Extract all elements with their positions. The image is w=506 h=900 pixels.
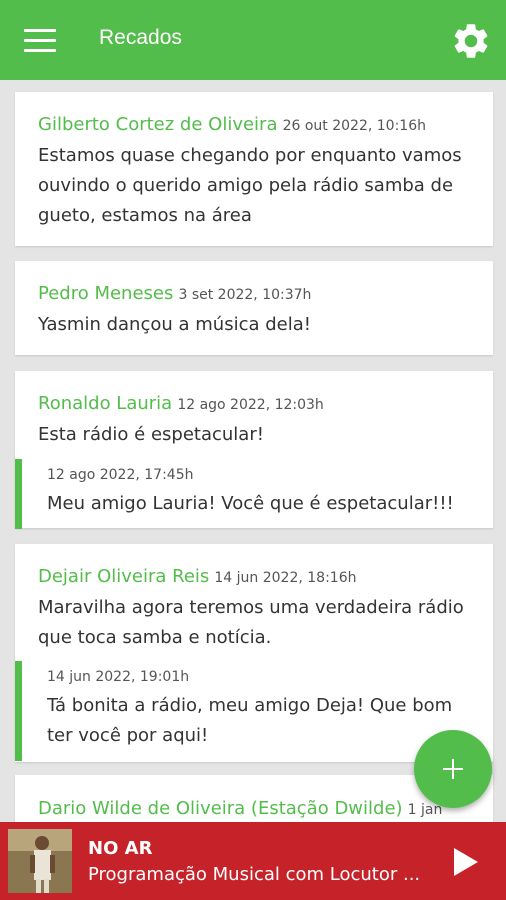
message-text: Maravilha agora teremos uma verdadeira r… (38, 597, 464, 648)
message-author: Dejair Oliveira Reis (38, 566, 210, 587)
message-time: 14 jun 2022, 18:16h (214, 570, 357, 586)
page-title: Recados (99, 26, 182, 49)
program-cover-image (8, 829, 72, 893)
app-bar: Recados (0, 0, 506, 80)
message-text: Yasmin dançou a música dela! (38, 314, 311, 335)
reply-text: Meu amigo Lauria! Você que é espetacular… (47, 493, 454, 514)
reply-indicator (15, 661, 22, 761)
message-author: Pedro Meneses (38, 283, 174, 304)
on-air-label: NO AR (88, 838, 153, 859)
reply-indicator (15, 459, 22, 529)
play-icon[interactable] (454, 848, 478, 876)
reply-text: Tá bonita a rádio, meu amigo Deja! Que b… (47, 695, 453, 746)
reply-time: 14 jun 2022, 19:01h (47, 669, 190, 685)
gear-icon[interactable] (450, 20, 492, 62)
reply-time: 12 ago 2022, 17:45h (47, 467, 194, 483)
message-card: Dejair Oliveira Reis 14 jun 2022, 18:16h… (15, 544, 493, 762)
reply-block: 12 ago 2022, 17:45h Meu amigo Lauria! Vo… (15, 459, 493, 529)
message-card: Ronaldo Lauria 12 ago 2022, 12:03h Esta … (15, 371, 493, 529)
now-playing-bar[interactable]: NO AR Programação Musical com Locutor ..… (0, 822, 506, 900)
message-card: Gilberto Cortez de Oliveira 26 out 2022,… (15, 92, 493, 246)
messages-feed[interactable]: Gilberto Cortez de Oliveira 26 out 2022,… (0, 80, 506, 822)
message-time: 3 set 2022, 10:37h (178, 287, 312, 303)
message-author: Gilberto Cortez de Oliveira (38, 114, 278, 135)
message-time: 26 out 2022, 10:16h (282, 118, 426, 134)
message-author: Ronaldo Lauria (38, 393, 173, 414)
menu-icon[interactable] (24, 29, 56, 53)
message-text: Esta rádio é espetacular! (38, 424, 264, 445)
add-message-button[interactable] (414, 730, 492, 808)
message-card: Pedro Meneses 3 set 2022, 10:37h Yasmin … (15, 261, 493, 355)
message-text: Estamos quase chegando por enquanto vamo… (38, 145, 462, 226)
message-time: 12 ago 2022, 12:03h (177, 397, 324, 413)
message-author: Dario Wilde de Oliveira (Estação Dwilde) (38, 798, 403, 819)
program-title: Programação Musical com Locutor ... (88, 864, 421, 885)
